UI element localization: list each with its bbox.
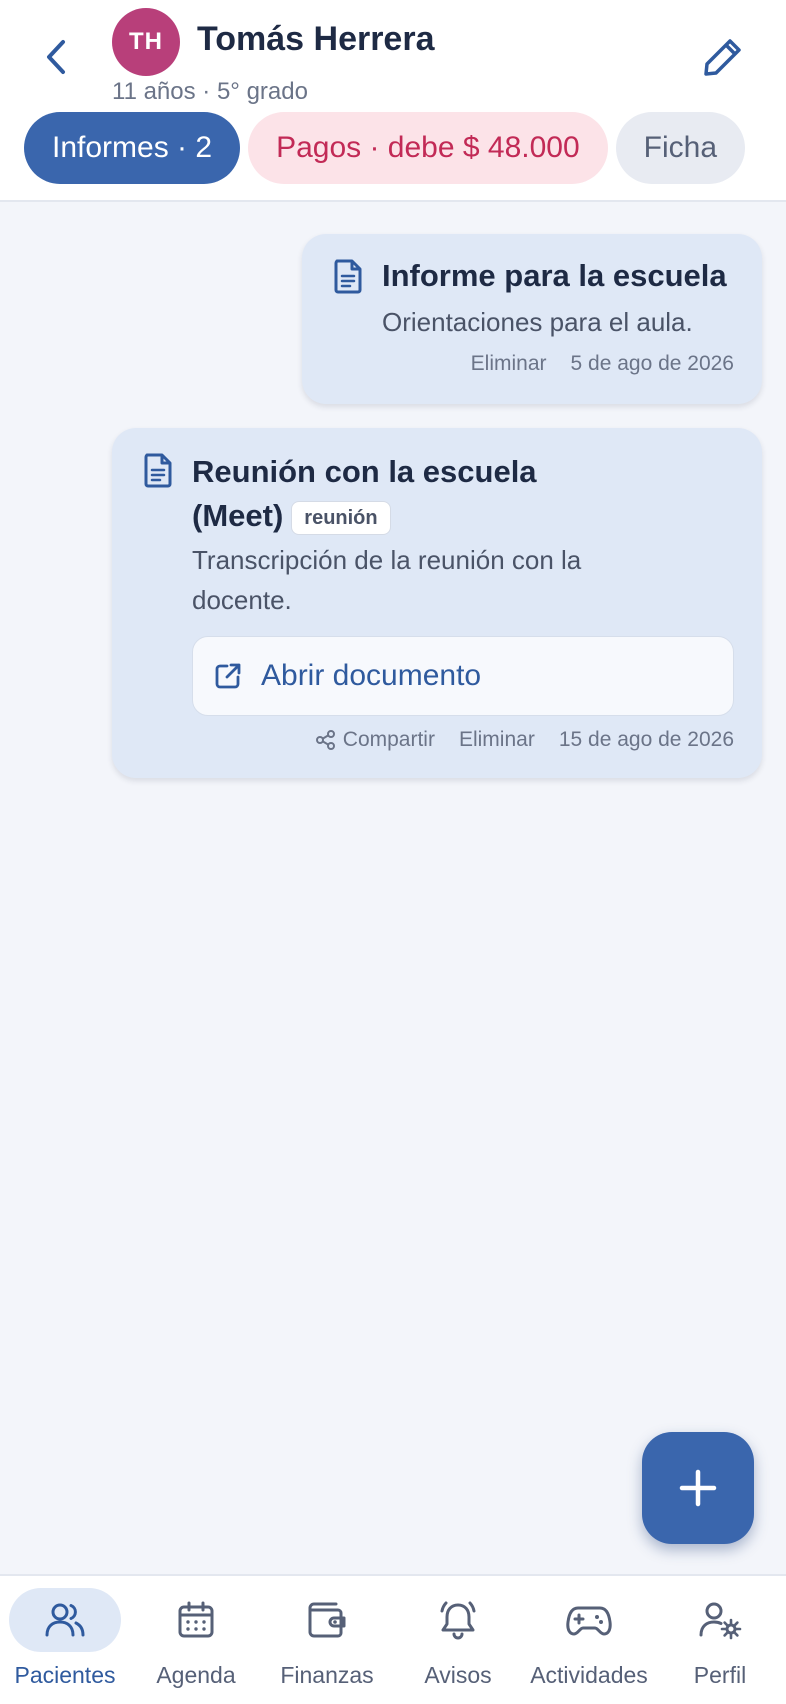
report-title: Informe para la escuela — [382, 258, 727, 293]
patient-header: TH Tomás Herrera 11 años · 5° grado Info… — [0, 0, 786, 202]
nav-label: Pacientes — [14, 1662, 116, 1688]
report-title-line2: (Meet) reunión — [192, 494, 537, 538]
nav-avisos[interactable]: Avisos — [393, 1588, 523, 1698]
nav-label: Avisos — [424, 1662, 492, 1688]
nav-actividades[interactable]: Actividades — [524, 1588, 654, 1698]
report-description: Transcripción de la reunión con la docen… — [192, 545, 582, 615]
edit-button[interactable] — [698, 32, 748, 82]
document-icon — [144, 453, 172, 488]
share-button[interactable]: Compartir — [315, 728, 435, 752]
nav-finanzas[interactable]: Finanzas — [262, 1588, 392, 1698]
report-description: Orientaciones para el aula. — [382, 307, 693, 337]
report-card[interactable]: Reunión con la escuela (Meet) reunión Tra… — [112, 428, 762, 778]
bottom-navigation: Pacientes Agenda Finanzas Avisos Activid… — [0, 1574, 786, 1704]
report-date: 5 de ago de 2026 — [570, 352, 735, 375]
delete-button[interactable]: Eliminar — [459, 728, 535, 752]
nav-label: Agenda — [156, 1662, 236, 1688]
nav-pacientes[interactable]: Pacientes — [0, 1588, 130, 1698]
patient-name: Tomás Herrera — [197, 20, 435, 58]
report-date: 15 de ago de 2026 — [558, 728, 734, 751]
open-document-button[interactable]: Abrir documento — [192, 636, 734, 716]
wallet-icon — [308, 1602, 346, 1638]
user-settings-icon — [699, 1602, 742, 1640]
nav-label: Perfil — [693, 1662, 747, 1688]
report-card[interactable]: Informe para la escuela Orientaciones pa… — [302, 234, 762, 404]
nav-label: Finanzas — [280, 1662, 374, 1688]
nav-icon-container — [402, 1588, 514, 1652]
gamepad-icon — [566, 1606, 612, 1636]
chevron-left-icon — [47, 40, 65, 74]
share-icon — [315, 730, 335, 750]
nav-icon-container — [140, 1588, 252, 1652]
back-button[interactable] — [36, 34, 76, 80]
tab-pagos[interactable]: Pagos · debe $ 48.000 — [248, 112, 608, 184]
users-icon — [45, 1603, 85, 1637]
open-document-label: Abrir documento — [261, 659, 482, 692]
pencil-icon — [704, 39, 741, 76]
tab-ficha[interactable]: Ficha — [615, 112, 745, 184]
calendar-icon — [178, 1601, 214, 1638]
bell-icon — [440, 1601, 476, 1640]
avatar: TH — [112, 8, 180, 76]
report-meta: Compartir Eliminar 15 de ago de 2026 — [315, 728, 734, 752]
nav-agenda[interactable]: Agenda — [131, 1588, 261, 1698]
patient-subtitle: 11 años · 5° grado — [112, 78, 308, 105]
share-label: Compartir — [342, 728, 435, 751]
type-badge: reunión — [291, 500, 391, 535]
report-title-meet: (Meet) — [192, 498, 284, 533]
tab-informes[interactable]: Informes · 2 — [24, 112, 241, 184]
nav-icon-container — [271, 1588, 383, 1652]
document-icon — [334, 259, 362, 294]
section-tabs: Informes · 2 Pagos · debe $ 48.000 Ficha — [24, 112, 745, 184]
nav-perfil[interactable]: Perfil — [655, 1588, 785, 1698]
external-link-icon — [215, 663, 241, 689]
nav-icon-container — [664, 1588, 776, 1652]
nav-label: Actividades — [530, 1662, 648, 1688]
report-title: Reunión con la escuela (Meet) reunión — [192, 450, 537, 538]
report-title-line1: Reunión con la escuela — [192, 454, 537, 489]
nav-icon-container — [9, 1588, 121, 1652]
plus-icon — [679, 1469, 717, 1507]
add-report-button[interactable] — [642, 1432, 754, 1544]
app: TH Tomás Herrera 11 años · 5° grado Info… — [0, 0, 786, 1704]
report-meta: Eliminar 5 de ago de 2026 — [471, 352, 734, 376]
nav-icon-container — [533, 1588, 645, 1652]
delete-button[interactable]: Eliminar — [471, 352, 547, 376]
